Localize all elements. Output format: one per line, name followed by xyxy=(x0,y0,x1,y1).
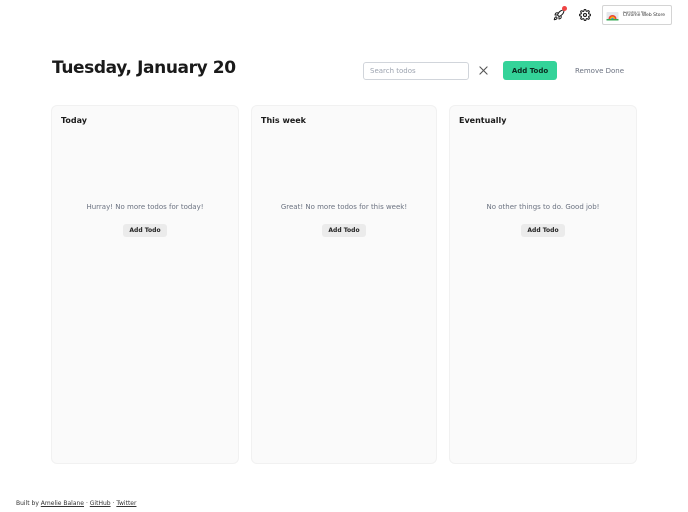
add-todo-this-week-button[interactable]: Add Todo xyxy=(322,224,366,237)
whats-new-button[interactable] xyxy=(550,6,568,24)
empty-message: No other things to do. Good job! xyxy=(486,203,600,211)
todo-controls: Add Todo Remove Done xyxy=(363,61,630,80)
page-title: Tuesday, January 20 xyxy=(52,58,236,78)
add-todo-button[interactable]: Add Todo xyxy=(503,61,557,80)
empty-state: Hurray! No more todos for today! Add Tod… xyxy=(52,203,238,237)
footer-prefix: Built by xyxy=(16,500,39,507)
column-today: Today Hurray! No more todos for today! A… xyxy=(52,106,238,463)
empty-message: Hurray! No more todos for today! xyxy=(86,203,204,211)
chrome-web-store-badge[interactable]: Available in the Chrome Web Store xyxy=(601,5,672,25)
search-input[interactable] xyxy=(363,61,469,80)
footer-separator: · xyxy=(112,500,115,507)
footer: Built by Amelie Balane · GitHub · Twitte… xyxy=(16,500,136,507)
column-title: Eventually xyxy=(459,116,507,125)
empty-state: Great! No more todos for this week! Add … xyxy=(252,203,436,237)
column-this-week: This week Great! No more todos for this … xyxy=(252,106,436,463)
chrome-logo-icon xyxy=(606,11,619,20)
store-badge-name: Chrome Web Store xyxy=(622,13,665,19)
add-todo-eventually-button[interactable]: Add Todo xyxy=(521,224,565,237)
settings-button[interactable] xyxy=(576,6,594,24)
store-badge-text: Available in the Chrome Web Store xyxy=(623,11,665,19)
empty-message: Great! No more todos for this week! xyxy=(280,203,408,211)
column-title: This week xyxy=(261,116,307,125)
footer-separator: · xyxy=(85,500,88,507)
clear-search-button[interactable] xyxy=(478,66,488,76)
notification-dot xyxy=(561,6,567,11)
remove-done-button[interactable]: Remove Done xyxy=(569,66,630,76)
empty-state: No other things to do. Good job! Add Tod… xyxy=(450,203,636,237)
column-title: Today xyxy=(61,116,87,125)
column-eventually: Eventually No other things to do. Good j… xyxy=(450,106,636,463)
author-link[interactable]: Amelie Balane xyxy=(41,500,84,507)
todo-columns: Today Hurray! No more todos for today! A… xyxy=(52,106,636,463)
gear-icon xyxy=(578,9,591,21)
add-todo-today-button[interactable]: Add Todo xyxy=(123,224,167,237)
github-link[interactable]: GitHub xyxy=(90,500,111,507)
close-icon xyxy=(478,66,488,75)
top-bar: Available in the Chrome Web Store xyxy=(550,4,672,26)
twitter-link[interactable]: Twitter xyxy=(116,500,136,507)
